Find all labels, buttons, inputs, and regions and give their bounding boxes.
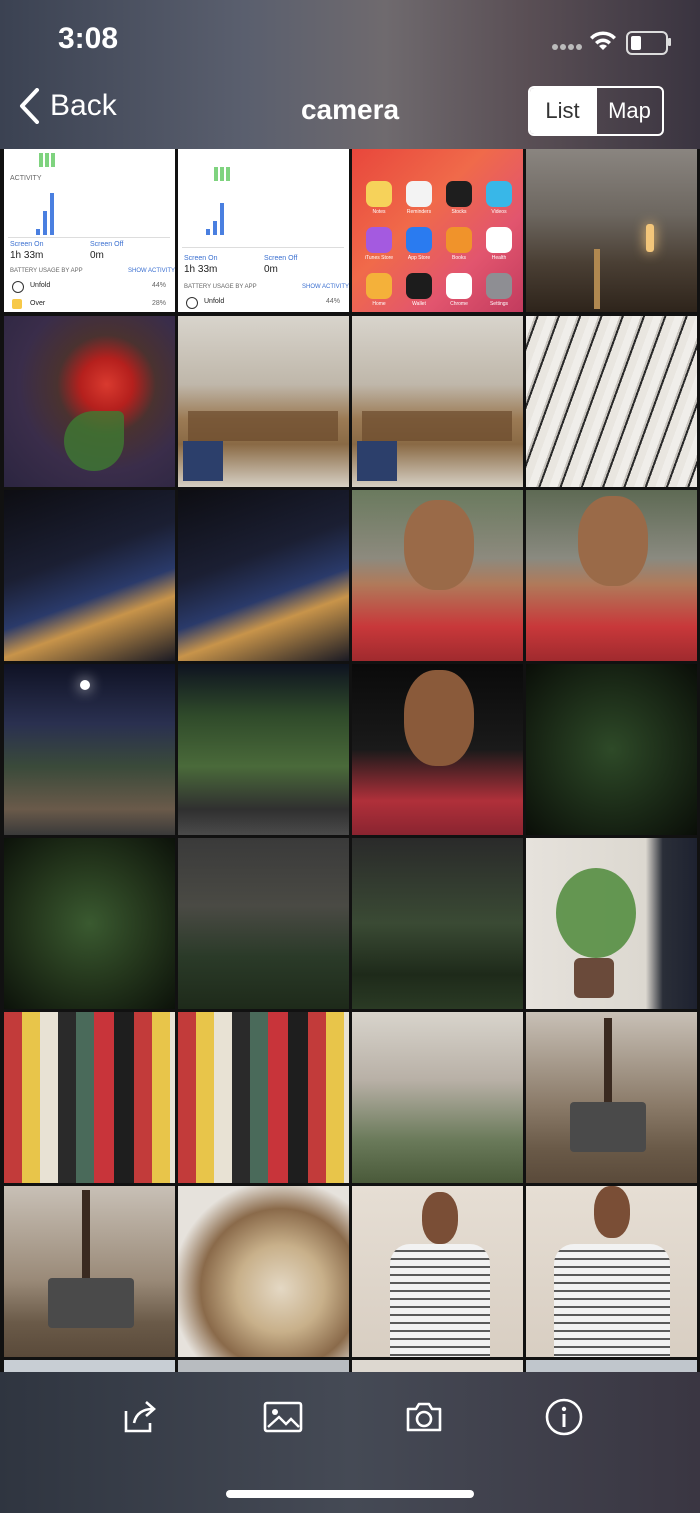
battery-icon — [626, 31, 668, 55]
app-icon — [486, 181, 512, 207]
app-icon — [406, 273, 432, 299]
photo-thumbnail[interactable] — [526, 1012, 697, 1183]
screen-off-label: Screen Off — [264, 255, 298, 262]
back-button[interactable]: Back — [18, 88, 117, 124]
photo-thumbnail[interactable] — [4, 664, 175, 835]
screen-off-value: 0m — [264, 264, 278, 275]
photo-thumbnail[interactable] — [178, 1012, 349, 1183]
photo-thumbnail[interactable] — [4, 316, 175, 487]
status-time: 3:08 — [58, 22, 119, 55]
photo-thumbnail[interactable]: Notes Reminders Stocks Videos iTunes Store Ap… — [352, 149, 523, 312]
photo-thumbnail[interactable] — [178, 316, 349, 487]
app-name: Unfold — [30, 282, 51, 289]
app-icon — [406, 181, 432, 207]
photo-thumbnail[interactable] — [4, 490, 175, 661]
photo-thumbnail[interactable]: Screen On 1h 33m Screen Off 0m BATTERY U… — [178, 149, 349, 312]
screen-off-label: Screen Off — [90, 241, 124, 248]
info-icon[interactable] — [544, 1397, 584, 1437]
photo-thumbnail[interactable] — [352, 664, 523, 835]
app-label: Home — [372, 301, 386, 307]
photo-thumbnail[interactable] — [178, 1186, 349, 1357]
photo-thumbnail[interactable] — [4, 1186, 175, 1357]
show-activity-link: SHOW ACTIVITY — [302, 284, 349, 290]
app-icon — [446, 227, 472, 253]
photo-thumbnail[interactable] — [526, 838, 697, 1009]
app-percent: 44% — [152, 282, 167, 289]
photo-thumbnail[interactable] — [4, 1012, 175, 1183]
screen-off-value: 0m — [90, 250, 104, 261]
photo-thumbnail[interactable] — [178, 664, 349, 835]
app-icon — [406, 227, 432, 253]
signal-dot — [560, 44, 566, 50]
screen-on-value: 1h 33m — [10, 250, 44, 261]
wifi-icon — [590, 31, 616, 50]
app-icon — [366, 181, 392, 207]
screen-on-label: Screen On — [184, 255, 218, 262]
show-activity-link: SHOW ACTIVITY — [128, 268, 175, 274]
chevron-left-icon — [20, 88, 39, 124]
home-indicator — [226, 1490, 474, 1498]
back-label: Back — [50, 89, 117, 122]
app-label: Health — [491, 255, 507, 261]
photo-thumbnail[interactable] — [526, 1186, 697, 1357]
photo-thumbnail[interactable]: ACTIVITY Screen On 1h 33m Screen Off 0m … — [4, 149, 175, 312]
screen-on-value: 1h 33m — [184, 264, 218, 275]
segment-list[interactable]: List — [530, 88, 595, 134]
app-label: App Store — [407, 255, 431, 261]
app-percent: 44% — [326, 298, 341, 305]
photo-thumbnail[interactable] — [352, 1012, 523, 1183]
app-label: Chrome — [450, 301, 468, 307]
photo-thumbnail[interactable] — [178, 838, 349, 1009]
app-label: Stocks — [451, 209, 467, 215]
photo-thumbnail[interactable] — [352, 490, 523, 661]
app-name: Unfold — [204, 298, 225, 305]
app-label: Videos — [491, 209, 507, 215]
app-name: Over — [30, 300, 46, 307]
photo-thumbnail[interactable] — [526, 664, 697, 835]
usage-heading: BATTERY USAGE BY APP — [184, 284, 257, 290]
app-icon — [366, 273, 392, 299]
signal-dot — [576, 44, 582, 50]
photo-thumbnail[interactable] — [352, 1360, 523, 1372]
photo-thumbnail[interactable] — [4, 838, 175, 1009]
photo-thumbnail[interactable] — [178, 490, 349, 661]
photo-icon[interactable] — [263, 1397, 303, 1437]
battery-tip — [668, 38, 671, 46]
photo-thumbnail[interactable] — [4, 1360, 175, 1372]
view-segmented-control: List Map — [528, 86, 664, 136]
screen-on-label: Screen On — [10, 241, 44, 248]
app-label: Reminders — [406, 209, 432, 215]
usage-heading: BATTERY USAGE BY APP — [10, 268, 83, 274]
photo-thumbnail[interactable] — [526, 490, 697, 661]
segment-map[interactable]: Map — [595, 88, 662, 134]
app-icon — [486, 227, 512, 253]
app-label: Notes — [372, 209, 386, 215]
camera-icon[interactable] — [404, 1397, 444, 1437]
app-label: Books — [452, 255, 466, 261]
photo-thumbnail[interactable] — [526, 316, 697, 487]
photo-thumbnail[interactable] — [178, 1360, 349, 1372]
app-label: iTunes Store — [364, 255, 394, 261]
photo-thumbnail[interactable] — [352, 838, 523, 1009]
app-icon — [366, 227, 392, 253]
app-label: Settings — [489, 301, 509, 307]
app-icon — [446, 273, 472, 299]
signal-dot — [568, 44, 574, 50]
share-icon[interactable] — [120, 1397, 160, 1437]
photo-thumbnail[interactable] — [526, 149, 697, 312]
photo-thumbnail[interactable] — [352, 1186, 523, 1357]
photo-thumbnail[interactable] — [526, 1360, 697, 1372]
photo-thumbnail[interactable] — [352, 316, 523, 487]
signal-icon — [552, 44, 558, 50]
app-label: Wallet — [412, 301, 426, 307]
app-icon — [486, 273, 512, 299]
app-icon — [446, 181, 472, 207]
app-percent: 28% — [152, 300, 167, 307]
